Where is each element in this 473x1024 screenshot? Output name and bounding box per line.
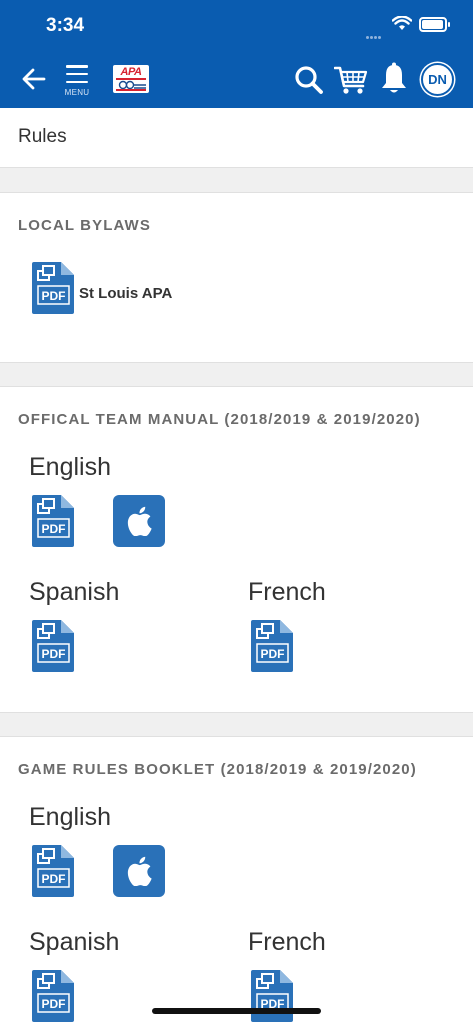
pdf-icon[interactable] (32, 262, 74, 314)
logo-graphic (116, 78, 146, 91)
pdf-icon[interactable] (32, 970, 74, 1022)
battery-icon (419, 17, 450, 32)
language-english: English (29, 453, 111, 481)
pdf-icon[interactable] (32, 845, 74, 897)
pdf-icon[interactable] (32, 495, 74, 547)
section-heading: GAME RULES BOOKLET (2018/2019 & 2019/202… (18, 761, 417, 778)
language-french: French (248, 928, 326, 956)
hamburger-menu-icon (66, 65, 88, 83)
back-arrow-icon[interactable] (20, 65, 48, 93)
menu-button[interactable]: MENU (60, 65, 94, 99)
apple-books-button[interactable] (113, 845, 165, 897)
cart-icon[interactable] (334, 64, 368, 96)
status-time: 3:34 (46, 15, 85, 36)
rules-booklet-section: GAME RULES BOOKLET (2018/2019 & 2019/202… (0, 736, 473, 1024)
home-indicator[interactable] (152, 1008, 321, 1014)
document-link-st-louis-apa[interactable]: St Louis APA (79, 285, 172, 302)
page-title-bar: Rules (0, 108, 473, 168)
section-heading: OFFICAL TEAM MANUAL (2018/2019 & 2019/20… (18, 411, 421, 428)
page-title: Rules (18, 126, 67, 147)
avatar[interactable]: DN (421, 63, 454, 96)
cellular-signal-icon (366, 26, 386, 39)
pdf-icon[interactable] (251, 970, 293, 1022)
apa-logo[interactable]: APA (113, 65, 149, 93)
team-manual-section: OFFICAL TEAM MANUAL (2018/2019 & 2019/20… (0, 386, 473, 713)
language-spanish: Spanish (29, 578, 120, 606)
local-bylaws-section: LOCAL BYLAWS St Louis APA (0, 192, 473, 363)
language-spanish: Spanish (29, 928, 120, 956)
bell-icon[interactable] (379, 62, 409, 96)
language-french: French (248, 578, 326, 606)
app-header: 3:34 MENU APA DN (0, 0, 473, 108)
pdf-icon[interactable] (251, 620, 293, 672)
apple-icon (126, 856, 152, 886)
language-english: English (29, 803, 111, 831)
apple-books-button[interactable] (113, 495, 165, 547)
menu-label: MENU (64, 88, 90, 97)
pdf-icon[interactable] (32, 620, 74, 672)
apple-icon (126, 506, 152, 536)
section-heading: LOCAL BYLAWS (18, 217, 151, 234)
search-icon[interactable] (293, 64, 325, 96)
wifi-icon (392, 16, 412, 30)
